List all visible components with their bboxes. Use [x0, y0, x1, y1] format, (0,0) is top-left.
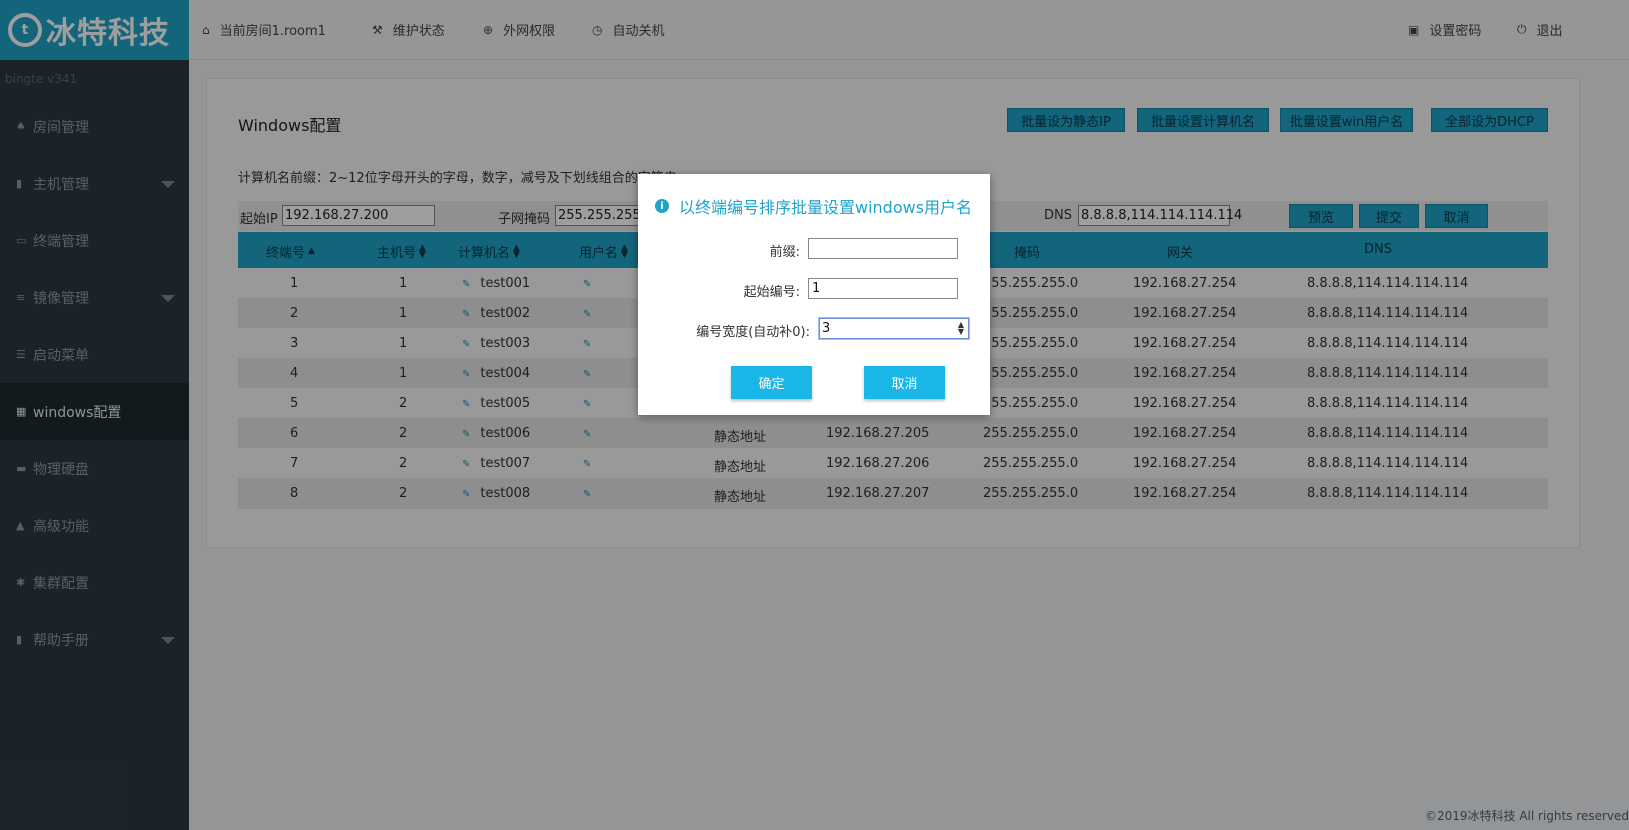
- confirm-button[interactable]: 确定: [731, 366, 812, 399]
- info-icon: i: [655, 199, 669, 213]
- prefix-label: 前缀:: [769, 245, 800, 260]
- dialog-title-text: 以终端编号排序批量设置windows用户名: [679, 198, 973, 217]
- modal-overlay[interactable]: [0, 0, 1629, 830]
- prefix-input[interactable]: [808, 238, 958, 259]
- dialog-cancel-button[interactable]: 取消: [864, 366, 945, 399]
- dialog-title: i 以终端编号排序批量设置windows用户名: [655, 194, 972, 218]
- number-width-stepper[interactable]: 3 ▲ ▼: [819, 318, 969, 339]
- start-number-input[interactable]: 1: [808, 278, 958, 299]
- number-width-label: 编号宽度(自动补0):: [696, 325, 810, 340]
- batch-win-user-dialog: i 以终端编号排序批量设置windows用户名 前缀: 起始编号: 1 编号宽度…: [638, 174, 990, 415]
- start-number-label: 起始编号:: [743, 285, 800, 300]
- spinner-icon[interactable]: ▲ ▼: [958, 321, 964, 336]
- number-width-value: 3: [822, 321, 831, 336]
